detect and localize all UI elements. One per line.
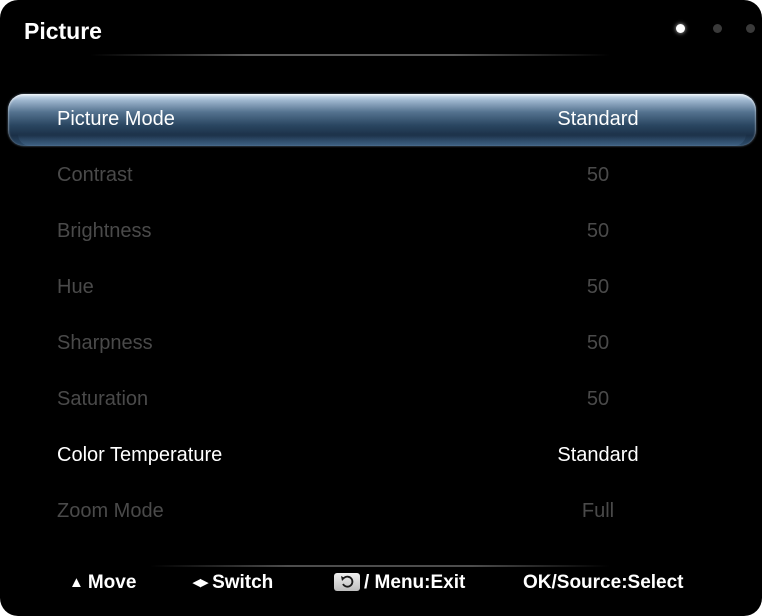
menu-item-label: Sharpness [57,332,153,354]
menu-item-value: Standard [557,444,639,466]
menu-item-brightness: Brightness 50 [0,212,762,252]
menu-item-label: Saturation [57,388,149,410]
menu-item-label: Brightness [57,220,152,242]
hint-exit-label: / Menu:Exit [364,572,466,593]
menu-item-picture-mode[interactable]: Picture Mode Standard [0,100,762,140]
return-key-icon [334,573,360,591]
hint-switch-label: Switch [212,572,274,593]
hint-move-label: Move [87,572,137,593]
title-divider [90,54,610,56]
menu-item-saturation: Saturation 50 [0,380,762,420]
page-dot-3 [746,24,755,33]
hint-exit: / Menu:Exit [334,572,465,594]
footer-divider [150,565,610,567]
key-hints-bar: ▲︎ Move ◂▸ Switch / Menu:Exit OK/Source:Se… [0,568,762,598]
menu-item-value: Standard [557,108,639,130]
menu-item-color-temperature[interactable]: Color Temperature Standard [0,436,762,476]
menu-item-value: 50 [586,388,610,410]
left-right-arrows-icon: ◂▸ [193,574,209,591]
picture-settings-menu: Picture Picture Mode Standard Contrast 5… [0,0,762,616]
menu-item-value: 50 [586,164,610,186]
menu-item-sharpness: Sharpness 50 [0,324,762,364]
menu-item-label: Contrast [57,164,133,186]
hint-switch: ◂▸ Switch [193,572,273,594]
menu-title: Picture [24,18,102,44]
menu-item-hue: Hue 50 [0,268,762,308]
menu-item-contrast: Contrast 50 [0,156,762,196]
menu-item-zoom-mode: Zoom Mode Full [0,492,762,532]
hint-move: ▲︎ Move [69,572,136,594]
menu-item-label: Color Temperature [57,444,223,466]
menu-item-value: 50 [586,332,610,354]
page-dot-2 [713,24,722,33]
menu-item-value: 50 [586,276,610,298]
up-down-arrows-icon: ▲︎ [69,574,84,591]
page-dot-1 [676,24,685,33]
hint-select-label: OK/Source:Select [523,572,684,593]
hint-select: OK/Source:Select [523,572,684,594]
menu-item-label: Picture Mode [57,108,175,130]
menu-item-label: Zoom Mode [57,500,164,522]
menu-item-value: Full [581,500,615,522]
menu-item-label: Hue [57,276,94,298]
menu-item-value: 50 [586,220,610,242]
